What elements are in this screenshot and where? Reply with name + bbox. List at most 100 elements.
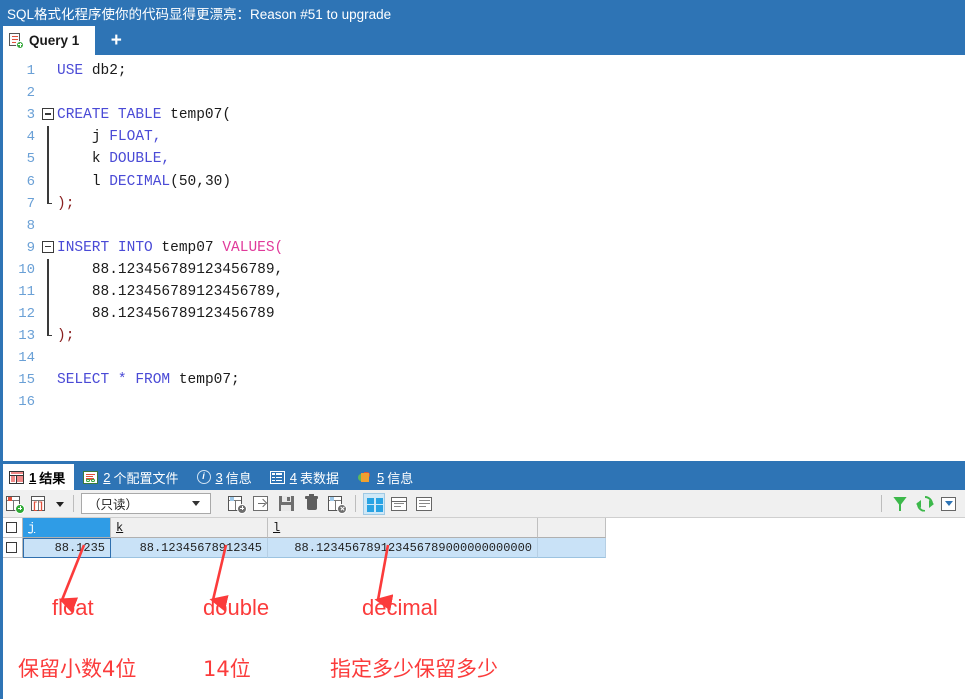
form-view-icon[interactable] — [388, 493, 410, 515]
edit-mode-select[interactable]: （只读） — [81, 493, 211, 514]
token-type-float: FLOAT, — [109, 129, 162, 146]
grid-view-icon[interactable] — [363, 492, 385, 515]
token-col-j: j — [91, 129, 101, 146]
code-line: 9 INSERT INTO temp07 VALUES( — [3, 237, 965, 259]
fold-column — [41, 280, 57, 304]
apply-changes-icon[interactable] — [4, 493, 26, 515]
toolbar-separator — [355, 495, 356, 512]
revert-changes-icon[interactable]: [] — [29, 493, 51, 515]
text-view-icon[interactable] — [413, 493, 435, 515]
result-tab-1-label: 结果 — [39, 470, 66, 486]
result-tab-5-label: 信息 — [387, 470, 414, 486]
result-tab-2-label: 个配置文件 — [113, 470, 179, 486]
panel-left-edge — [0, 26, 3, 699]
line-number: 5 — [26, 151, 35, 168]
result-tab-1[interactable]: 1 结果 — [0, 464, 75, 490]
token-values: VALUES( — [222, 239, 284, 256]
fold-column — [41, 82, 57, 104]
sql-editor[interactable]: 1 USE db2; 2 3 CREATE TABLE temp07( 4 j … — [0, 55, 965, 461]
fold-column — [41, 148, 57, 172]
table-data-icon — [269, 470, 285, 484]
checkbox-icon — [5, 522, 17, 533]
delete-row-icon[interactable] — [301, 493, 323, 515]
result-tab-2-num: 2 — [103, 469, 111, 485]
fold-toggle-insert[interactable] — [41, 237, 57, 259]
column-header-k[interactable]: k — [111, 518, 268, 538]
fold-column — [41, 215, 57, 237]
discard-icon[interactable] — [326, 493, 348, 515]
query-tab-strip: Query 1 + — [0, 26, 965, 55]
cell-l[interactable]: 88.123456789123456789000000000000 — [268, 538, 538, 558]
result-grid[interactable]: j k l 88.1235 88.12345678912345 88.12345… — [0, 518, 965, 558]
code-line: 11 88.123456789123456789, — [3, 280, 965, 304]
line-number: 2 — [26, 85, 35, 102]
fold-toggle-create[interactable] — [41, 104, 57, 126]
code-line: 6 l DECIMAL(50,30) — [3, 170, 965, 194]
chevron-down-icon[interactable] — [54, 493, 66, 515]
toolbar-separator — [73, 495, 74, 512]
fold-column — [41, 347, 57, 369]
line-number: 12 — [18, 306, 35, 323]
cell-k[interactable]: 88.12345678912345 — [111, 538, 268, 558]
code-line: 7 ); — [3, 192, 965, 215]
result-tab-bar: 1 结果 2 个配置文件 i 3 信息 4 表数据 5 信息 — [0, 464, 965, 490]
line-number: 10 — [18, 261, 35, 278]
token-table-name: temp07( — [170, 107, 232, 124]
toolbar-separator — [881, 495, 882, 512]
table-row[interactable]: 88.1235 88.12345678912345 88.12345678912… — [0, 538, 965, 558]
sql-code-area[interactable]: 1 USE db2; 2 3 CREATE TABLE temp07( 4 j … — [3, 55, 965, 414]
annotation-label-double: double — [203, 595, 270, 620]
result-tab-3-label: 信息 — [225, 470, 252, 486]
fold-column — [41, 369, 57, 391]
save-icon[interactable] — [276, 493, 298, 515]
info-circle-icon: i — [196, 470, 211, 484]
result-tab-5-num: 5 — [377, 469, 385, 485]
code-line: 2 — [3, 82, 965, 104]
code-line: 5 k DOUBLE, — [3, 148, 965, 172]
export-recordset-icon[interactable] — [251, 493, 273, 515]
column-header-j[interactable]: j — [23, 518, 111, 538]
result-tab-3[interactable]: i 3 信息 — [188, 464, 261, 490]
grid-header-row: j k l — [0, 518, 965, 538]
fetch-rows-icon[interactable] — [939, 493, 961, 515]
token-decimal-args: (50,30) — [170, 173, 232, 190]
grid-header-filler — [606, 518, 965, 538]
code-line: 14 — [3, 347, 965, 369]
fold-column — [41, 303, 57, 327]
token-value-2: 88.123456789123456789, — [91, 283, 284, 300]
edit-mode-value: （只读） — [88, 498, 139, 512]
code-line: 10 88.123456789123456789, — [3, 258, 965, 282]
token-value-3: 88.123456789123456789 — [91, 306, 275, 323]
chevron-down-icon — [192, 501, 200, 506]
result-tab-4[interactable]: 4 表数据 — [261, 464, 348, 490]
line-number: 6 — [26, 173, 35, 190]
result-tab-2[interactable]: 2 个配置文件 — [74, 464, 187, 490]
cell-blank[interactable] — [538, 538, 606, 558]
line-number: 4 — [26, 129, 35, 146]
token-type-decimal: DECIMAL — [109, 173, 171, 190]
filter-icon[interactable] — [889, 493, 911, 515]
result-tab-5[interactable]: 5 信息 — [348, 464, 422, 490]
status-pie-icon — [357, 471, 372, 484]
select-all-cell[interactable] — [0, 518, 23, 538]
checkbox-icon — [5, 542, 17, 553]
token-insert-table: temp07 — [161, 239, 214, 256]
column-header-blank[interactable] — [538, 518, 606, 538]
line-number: 8 — [26, 217, 35, 234]
code-line: 12 88.123456789123456789 — [3, 303, 965, 327]
token-col-k: k — [91, 151, 101, 168]
annotation-label-float: float — [52, 595, 94, 620]
window-title-bar: SQL格式化程序使你的代码显得更漂亮：Reason #51 to upgrade — [0, 0, 965, 26]
result-tab-4-num: 4 — [289, 469, 297, 485]
new-tab-button[interactable]: + — [95, 26, 137, 55]
annotation-note-decimal: 指定多少保留多少 — [330, 657, 498, 681]
result-tab-4-label: 表数据 — [299, 470, 339, 486]
cell-j[interactable]: 88.1235 — [23, 538, 111, 558]
refresh-icon[interactable] — [914, 493, 936, 515]
tab-query-1[interactable]: Query 1 — [0, 26, 96, 55]
row-select-cell[interactable] — [0, 538, 23, 558]
result-tab-3-num: 3 — [215, 469, 223, 485]
result-toolbar: [] （只读） — [0, 490, 965, 518]
column-header-l[interactable]: l — [268, 518, 538, 538]
new-row-icon[interactable] — [226, 493, 248, 515]
